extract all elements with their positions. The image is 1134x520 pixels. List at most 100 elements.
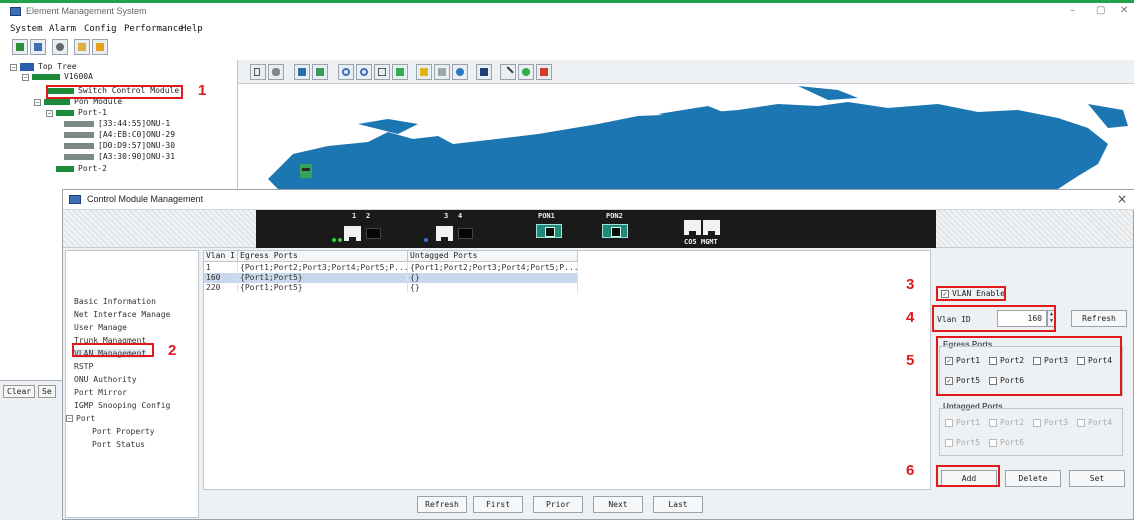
untagged-port3-label: Port3 — [1044, 418, 1069, 427]
prior-page-button[interactable]: Prior — [533, 496, 583, 513]
callout-4: 4 — [906, 309, 915, 326]
vlan-table: Vlan I Egress Ports Untagged Ports 1 {Po… — [203, 250, 931, 490]
nav-basic-information[interactable]: Basic Information — [74, 297, 156, 306]
port-icon — [56, 110, 74, 116]
nav-port-status[interactable]: Port Status — [92, 440, 145, 449]
grid-icon[interactable] — [392, 64, 408, 80]
minimize-button[interactable]: – — [1070, 5, 1075, 16]
toolbar-topology-button[interactable] — [12, 39, 28, 55]
nav-igmp-snooping[interactable]: IGMP Snooping Config — [74, 401, 170, 410]
nav-onu-authority[interactable]: ONU Authority — [74, 375, 137, 384]
toolbar-devices-button[interactable] — [30, 39, 46, 55]
column-header-vlan-id[interactable]: Vlan I — [204, 251, 238, 262]
toolbar-settings-button[interactable] — [52, 39, 68, 55]
menu-config[interactable]: Config — [84, 24, 117, 34]
status-led — [332, 238, 336, 242]
zoom-out-icon[interactable] — [356, 64, 372, 80]
ethernet-port-4-icon[interactable] — [458, 228, 473, 239]
dialog-close-button[interactable]: × — [1117, 192, 1127, 206]
list-icon[interactable] — [434, 64, 450, 80]
onu-icon — [64, 121, 94, 127]
untagged-port6-checkbox[interactable] — [989, 439, 997, 447]
device-icon — [32, 74, 60, 80]
secondary-button[interactable]: Se — [38, 385, 56, 398]
column-header-egress-ports[interactable]: Egress Ports — [238, 251, 408, 262]
next-page-button[interactable]: Next — [593, 496, 643, 513]
select-pointer-icon[interactable] — [250, 64, 266, 80]
ethernet-port-3-icon[interactable] — [436, 226, 453, 241]
dialog-app-icon — [69, 195, 81, 204]
nav-port-mirror[interactable]: Port Mirror — [74, 388, 127, 397]
nav-port[interactable]: Port — [76, 414, 95, 423]
monitor-icon[interactable] — [476, 64, 492, 80]
column-header-untagged-ports[interactable]: Untagged Ports — [408, 251, 578, 262]
ethernet-port-1-icon[interactable] — [344, 226, 361, 241]
draw-line-icon[interactable] — [500, 64, 516, 80]
port-icon — [56, 166, 74, 172]
device-panel-strip: 1 2 3 4 PON1 PON2 CO5 MGMT — [63, 210, 1133, 248]
add-device-icon[interactable] — [294, 64, 310, 80]
window-title: Element Management System — [26, 6, 147, 16]
edit-icon[interactable] — [416, 64, 432, 80]
port-label: 3 — [444, 212, 449, 220]
menu-help[interactable]: Help — [181, 24, 203, 34]
mgmt-port-icon[interactable] — [703, 220, 720, 235]
menu-performance[interactable]: Performance — [124, 24, 184, 34]
table-row[interactable]: 220 {Port1;Port5} {} — [204, 283, 604, 293]
collapse-icon[interactable]: − — [66, 415, 73, 422]
first-page-button[interactable]: First — [473, 496, 523, 513]
toolbar-report-button[interactable] — [74, 39, 90, 55]
collapse-icon[interactable]: − — [10, 64, 17, 71]
menu-alarm[interactable]: Alarm — [49, 24, 76, 34]
ethernet-port-2-icon[interactable] — [366, 228, 381, 239]
onu-icon — [64, 143, 94, 149]
topology-map[interactable] — [238, 84, 1134, 189]
nav-net-interface[interactable]: Net Interface Manage — [74, 310, 170, 319]
console-port-icon[interactable] — [684, 220, 701, 235]
delete-button[interactable]: Delete — [1005, 470, 1061, 487]
collapse-icon[interactable]: − — [22, 74, 29, 81]
nav-rstp[interactable]: RSTP — [74, 362, 93, 371]
refresh-table-button[interactable]: Refresh — [417, 496, 467, 513]
pan-hand-icon[interactable] — [268, 64, 284, 80]
nav-user-manage[interactable]: User Manage — [74, 323, 127, 332]
menu-system[interactable]: System — [10, 24, 43, 34]
highlight-switch-control-module — [46, 85, 183, 99]
untagged-port4-checkbox[interactable] — [1077, 419, 1085, 427]
zoom-in-icon[interactable] — [338, 64, 354, 80]
menu-bar: System Alarm Config Performance Help — [0, 22, 1134, 38]
onu-icon — [64, 154, 94, 160]
highlight-add-button — [936, 465, 1000, 487]
add-node-icon[interactable] — [518, 64, 534, 80]
close-window-button[interactable]: ✕ — [1120, 5, 1128, 16]
clear-button[interactable]: Clear — [3, 385, 36, 398]
callout-3: 3 — [906, 276, 915, 293]
function-nav: Basic Information Net Interface Manage U… — [65, 250, 199, 518]
refresh-button[interactable]: Refresh — [1071, 310, 1127, 327]
untagged-port1-checkbox[interactable] — [945, 419, 953, 427]
link-icon[interactable] — [312, 64, 328, 80]
set-button[interactable]: Set — [1069, 470, 1125, 487]
maximize-button[interactable]: ▢ — [1096, 5, 1105, 16]
collapse-icon[interactable]: − — [34, 99, 41, 106]
collapse-icon[interactable]: − — [46, 110, 53, 117]
status-led — [338, 238, 342, 242]
untagged-port2-checkbox[interactable] — [989, 419, 997, 427]
app-icon — [10, 7, 21, 16]
pon2-port-icon[interactable] — [602, 224, 628, 238]
table-row[interactable]: 1 {Port1;Port2;Port3;Port4;Port5;P... {P… — [204, 263, 604, 273]
world-map-icon — [268, 86, 1128, 189]
pon1-port-icon[interactable] — [536, 224, 562, 238]
toolbar-alarm-button[interactable] — [92, 39, 108, 55]
root-icon — [20, 63, 34, 71]
nav-port-property[interactable]: Port Property — [92, 427, 155, 436]
untagged-port3-checkbox[interactable] — [1033, 419, 1041, 427]
refresh-icon[interactable] — [452, 64, 468, 80]
fit-window-icon[interactable] — [374, 64, 390, 80]
dialog-titlebar: Control Module Management × — [63, 190, 1134, 210]
port-label: 1 — [352, 212, 357, 220]
last-page-button[interactable]: Last — [653, 496, 703, 513]
untagged-port5-checkbox[interactable] — [945, 439, 953, 447]
delete-icon[interactable] — [536, 64, 552, 80]
table-row-selected[interactable]: 160 {Port1;Port5} {} — [204, 273, 578, 283]
